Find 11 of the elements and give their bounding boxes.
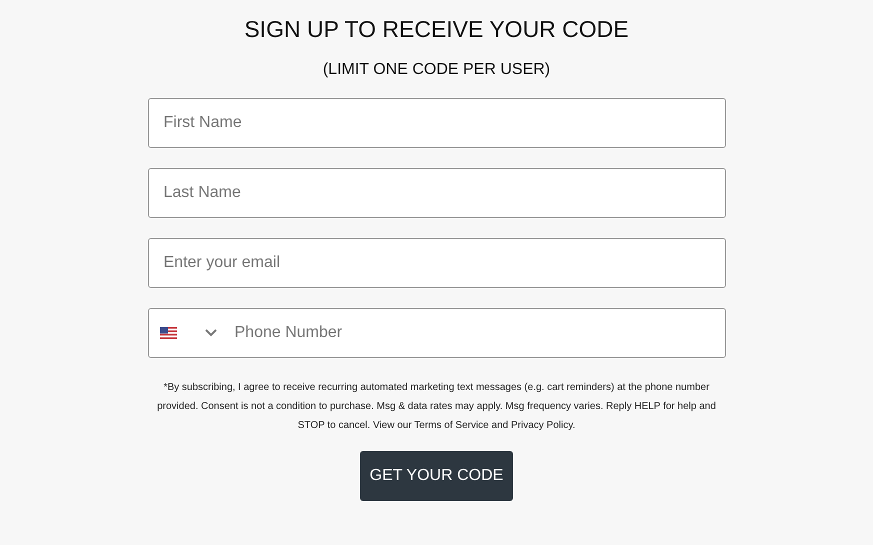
disclaimer-text: *By subscribing, I agree to receive recurring automated marketing text messages (e.g. cart reminders) at the phone number provided. Consent is not a condition to purchase. Msg & data rates may apply. Msg frequency varies. Reply HELP for help and STOP to cancel. View our Terms of Service and Privacy Policy. <box>156 381 717 433</box>
text-field[interactable]: Last Name <box>148 168 726 218</box>
phone-number-input[interactable]: Phone Number <box>232 310 724 356</box>
submit-button[interactable]: GET YOUR CODE <box>360 451 514 501</box>
form-title: SIGN UP TO RECEIVE YOUR CODE <box>243 15 630 44</box>
text-field[interactable]: First Name <box>148 98 726 148</box>
chevron-down-icon[interactable] <box>204 329 216 337</box>
flag-icon <box>160 327 176 339</box>
email-field[interactable]: Enter your email <box>148 238 726 288</box>
phone-field[interactable]: Phone Number <box>148 308 726 358</box>
form-subtitle: (LIMIT ONE CODE PER USER) <box>322 60 552 80</box>
